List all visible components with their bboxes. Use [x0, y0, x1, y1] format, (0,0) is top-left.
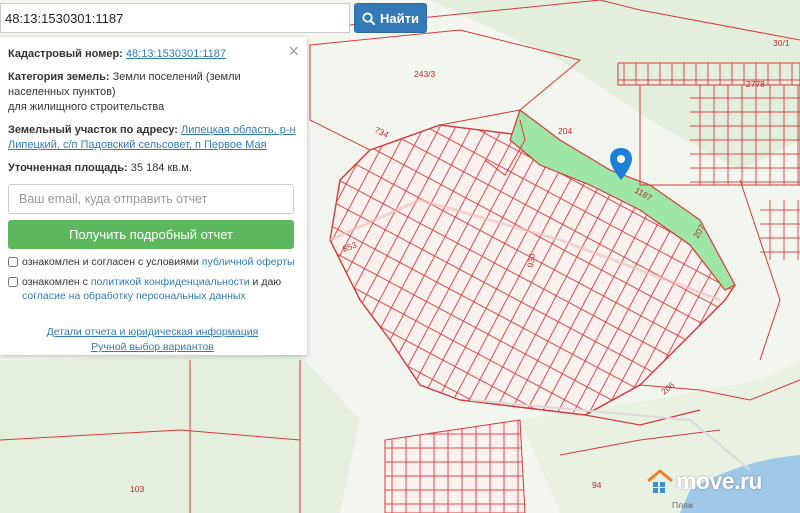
privacy-consent-text: ознакомлен с [22, 276, 88, 288]
parcel-info-panel: × Кадастровый номер: 48:13:1530301:1187 … [0, 37, 307, 355]
search-input[interactable] [0, 3, 350, 33]
watermark-text: move.ru [676, 468, 762, 494]
area-value: 35 184 кв.м. [130, 162, 192, 174]
map-label: 243/3 [414, 69, 436, 79]
privacy-policy-link[interactable]: политикой конфиденциальности [91, 276, 250, 288]
map-label: 103 [130, 484, 144, 494]
email-field[interactable] [8, 184, 294, 214]
cadastral-row: Кадастровый номер: 48:13:1530301:1187 [8, 47, 297, 62]
manual-selection-link[interactable]: Ручной выбор вариантов [8, 340, 297, 355]
privacy-consent-checkbox[interactable] [8, 277, 18, 287]
cadastral-label: Кадастровый номер: [8, 48, 123, 60]
privacy-consent-and: и даю [252, 276, 282, 288]
public-offer-link[interactable]: публичной оферты [202, 256, 295, 268]
close-icon[interactable]: × [288, 42, 299, 60]
map-label: 204 [558, 126, 572, 136]
map-street-label: Пляж [672, 500, 694, 510]
category-label: Категория земель: [8, 71, 110, 83]
offer-consent-text: ознакомлен и согласен с условиями [22, 256, 199, 268]
category-row: Категория земель: Земли поселений (земли… [8, 70, 297, 115]
search-button[interactable]: Найти [354, 3, 427, 33]
area-label: Уточненная площадь: [8, 162, 128, 174]
cadastral-link[interactable]: 48:13:1530301:1187 [126, 48, 226, 60]
search-icon [362, 11, 376, 25]
area-row: Уточненная площадь: 35 184 кв.м. [8, 161, 297, 176]
house-logo-icon [647, 469, 673, 493]
map-label: 94 [592, 480, 602, 490]
offer-consent-checkbox-row[interactable]: ознакомлен и согласен с условиями публич… [8, 255, 297, 269]
offer-consent-checkbox[interactable] [8, 257, 18, 267]
category-use: для жилищного строительства [8, 101, 165, 113]
address-label: Земельный участок по адресу: [8, 124, 178, 136]
watermark: move.ru [646, 468, 762, 495]
address-row: Земельный участок по адресу: Липецкая об… [8, 123, 297, 153]
search-button-label: Найти [380, 10, 419, 26]
privacy-consent-checkbox-row[interactable]: ознакомлен с политикой конфиденциальност… [8, 275, 297, 303]
get-report-button[interactable]: Получить подробный отчет [8, 220, 294, 249]
data-processing-consent-link[interactable]: согласие на обработку персональных данны… [22, 290, 246, 302]
map-label: 30/1 [773, 38, 790, 48]
map-label: 2778 [746, 79, 765, 89]
report-details-link[interactable]: Детали отчета и юридическая информация [8, 325, 297, 340]
panel-links: Детали отчета и юридическая информация Р… [8, 325, 297, 355]
